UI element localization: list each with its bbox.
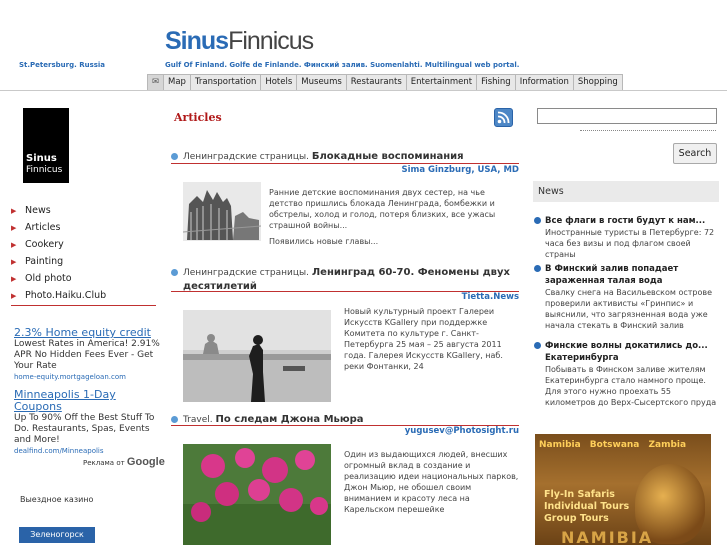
- ad-text: Up To 90% Off the Best Stuff To Do. Rest…: [14, 413, 155, 445]
- casino-link[interactable]: Выездное казино: [20, 495, 93, 504]
- sidebar-item-label: Articles: [25, 222, 61, 233]
- mail-icon[interactable]: ✉: [147, 74, 164, 91]
- arrow-right-icon: ▶: [11, 206, 17, 215]
- sidebar-item-articles[interactable]: ▶ Articles: [11, 219, 156, 236]
- text-ad: Minneapolis 1-Day Coupons Up To 90% Off …: [14, 389, 164, 457]
- article-title[interactable]: Ленинградские страницы. Ленинград 60-70.…: [171, 266, 523, 294]
- article-author[interactable]: yugusev@Photosight.ru: [339, 426, 519, 436]
- sidebar-divider: [11, 305, 156, 306]
- article-title-link[interactable]: Блокадные воспоминания: [312, 151, 464, 162]
- ad-url[interactable]: home-equity.mortgageloan.com: [14, 373, 126, 381]
- article-divider: [171, 163, 519, 164]
- articles-heading: Articles: [174, 111, 222, 124]
- article-author[interactable]: Tietta.News: [339, 292, 519, 302]
- banner-line: Individual Tours: [544, 501, 630, 512]
- arrow-right-icon: ▶: [11, 240, 17, 249]
- sidebar-item-photo-haiku-club[interactable]: ▶ Photo.Haiku.Club: [11, 287, 156, 304]
- sidebar-item-news[interactable]: ▶ News: [11, 202, 156, 219]
- news-text: Побывать в Финском заливе жителям Екатер…: [545, 365, 717, 407]
- bullet-icon: [534, 265, 541, 272]
- sidebar-logo-line2: Finnicus: [26, 165, 63, 175]
- safari-banner-ad[interactable]: Namibia Botswana Zambia Fly-In Safaris I…: [535, 434, 711, 545]
- bullet-icon: [534, 217, 541, 224]
- sidebar-item-label: Cookery: [25, 239, 64, 250]
- news-text: Свалку снега на Васильевском острове про…: [545, 288, 713, 330]
- arrow-right-icon: ▶: [11, 291, 17, 300]
- article-summary: Ранние детские воспоминания двух сестер,…: [269, 188, 496, 230]
- nav-hotels[interactable]: Hotels: [261, 74, 298, 91]
- search-button[interactable]: Search: [673, 143, 717, 164]
- article-thumbnail[interactable]: [183, 444, 331, 545]
- search-divider: [580, 130, 716, 131]
- article-prefix: Ленинградские страницы.: [183, 268, 309, 278]
- article-thumbnail[interactable]: [183, 310, 331, 402]
- news-item: Все флаги в гости будут к нам... Иностра…: [534, 215, 717, 260]
- sidebar-item-label: Old photo: [25, 273, 72, 284]
- ads-by-label: Реклама от: [83, 459, 125, 467]
- news-item: В Финский залив попадает зараженная тала…: [534, 263, 717, 331]
- sidebar-item-old-photo[interactable]: ▶ Old photo: [11, 270, 156, 287]
- bullet-icon: [171, 153, 178, 160]
- ad-title-link[interactable]: Minneapolis 1-Day Coupons: [14, 389, 164, 413]
- site-tagline: Gulf Of Finland. Golfe de Finlande. Финс…: [165, 61, 520, 69]
- text-ad: 2.3% Home equity credit Lowest Rates in …: [14, 327, 164, 383]
- nav-museums[interactable]: Museums: [297, 74, 347, 91]
- arrow-right-icon: ▶: [11, 257, 17, 266]
- bullet-icon: [171, 269, 178, 276]
- arrow-right-icon: ▶: [11, 274, 17, 283]
- sidebar-item-label: News: [25, 205, 51, 216]
- nav-transportation[interactable]: Transportation: [190, 74, 262, 91]
- search-input[interactable]: [537, 108, 717, 124]
- sidebar-item-cookery[interactable]: ▶ Cookery: [11, 236, 156, 253]
- article-author[interactable]: Sima Ginzburg, USA, MD: [339, 165, 519, 175]
- banner-services: Fly-In Safaris Individual Tours Group To…: [544, 489, 629, 525]
- arrow-right-icon: ▶: [11, 223, 17, 232]
- sidebar-logo[interactable]: Sinus Finnicus: [23, 108, 69, 183]
- news-text: Иностранные туристы в Петербурге: 72 час…: [545, 228, 715, 259]
- city-label: St.Petersburg. Russia: [19, 61, 106, 69]
- nav-map[interactable]: Map: [164, 74, 191, 91]
- sidebar-item-label: Photo.Haiku.Club: [25, 290, 107, 301]
- sidebar-nav: ▶ News ▶ Articles ▶ Cookery ▶ Painting ▶ Old …: [11, 202, 156, 304]
- logo-sinus: Sinus: [165, 27, 229, 55]
- article-more-link[interactable]: Появились новые главы...: [269, 236, 509, 247]
- bullet-icon: [534, 342, 541, 349]
- site-logo[interactable]: SinusFinnicus: [165, 27, 314, 56]
- article-prefix: Ленинградские страницы.: [183, 152, 309, 162]
- banner-line: Group Tours: [544, 513, 609, 524]
- article-summary: Один из выдающихся людей, внесших огромн…: [344, 450, 519, 514]
- ad-url[interactable]: dealfind.com/Minneapolis: [14, 447, 104, 455]
- news-item: Финские волны докатились до... Екатеринб…: [534, 340, 717, 408]
- nav-restaurants[interactable]: Restaurants: [346, 74, 407, 91]
- ad-title-link[interactable]: 2.3% Home equity credit: [14, 327, 164, 339]
- news-header: News: [533, 181, 719, 202]
- ad-text: Lowest Rates in America! 2.91% APR No Hi…: [14, 339, 160, 371]
- ads-by-google[interactable]: Реклама от Google: [83, 456, 165, 468]
- banner-brand: NAMIBIA: [561, 528, 654, 545]
- nav-shopping[interactable]: Shopping: [573, 74, 623, 91]
- main-nav: ✉ Map Transportation Hotels Museums Rest…: [147, 74, 623, 91]
- news-title-link[interactable]: Финские волны докатились до... Екатеринб…: [545, 340, 717, 364]
- article-summary: Новый культурный проект Галереи Искусств…: [344, 307, 503, 371]
- news-title-link[interactable]: Все флаги в гости будут к нам...: [545, 215, 717, 227]
- sidebar-logo-line1: Sinus: [26, 153, 57, 164]
- news-title-link[interactable]: В Финский залив попадает зараженная тала…: [545, 263, 717, 287]
- banner-countries: Namibia Botswana Zambia: [539, 440, 687, 450]
- header-divider: [0, 90, 727, 91]
- banner-line: Fly-In Safaris: [544, 489, 615, 500]
- article-thumbnail[interactable]: [183, 182, 261, 241]
- article-title-link[interactable]: По следам Джона Мьюра: [216, 414, 364, 425]
- sidebar-item-label: Painting: [25, 256, 64, 267]
- google-logo: Google: [126, 456, 165, 468]
- nav-information[interactable]: Information: [515, 74, 574, 91]
- article-title[interactable]: Ленинградские страницы. Блокадные воспом…: [171, 150, 523, 164]
- nav-fishing[interactable]: Fishing: [477, 74, 516, 91]
- nav-entertainment[interactable]: Entertainment: [406, 74, 478, 91]
- sidebar-item-painting[interactable]: ▶ Painting: [11, 253, 156, 270]
- zelenogorsk-button[interactable]: Зеленогорск: [19, 527, 95, 543]
- article-prefix: Travel.: [183, 415, 213, 425]
- rss-icon[interactable]: [494, 108, 513, 127]
- bullet-icon: [171, 416, 178, 423]
- logo-finnicus: Finnicus: [228, 27, 314, 55]
